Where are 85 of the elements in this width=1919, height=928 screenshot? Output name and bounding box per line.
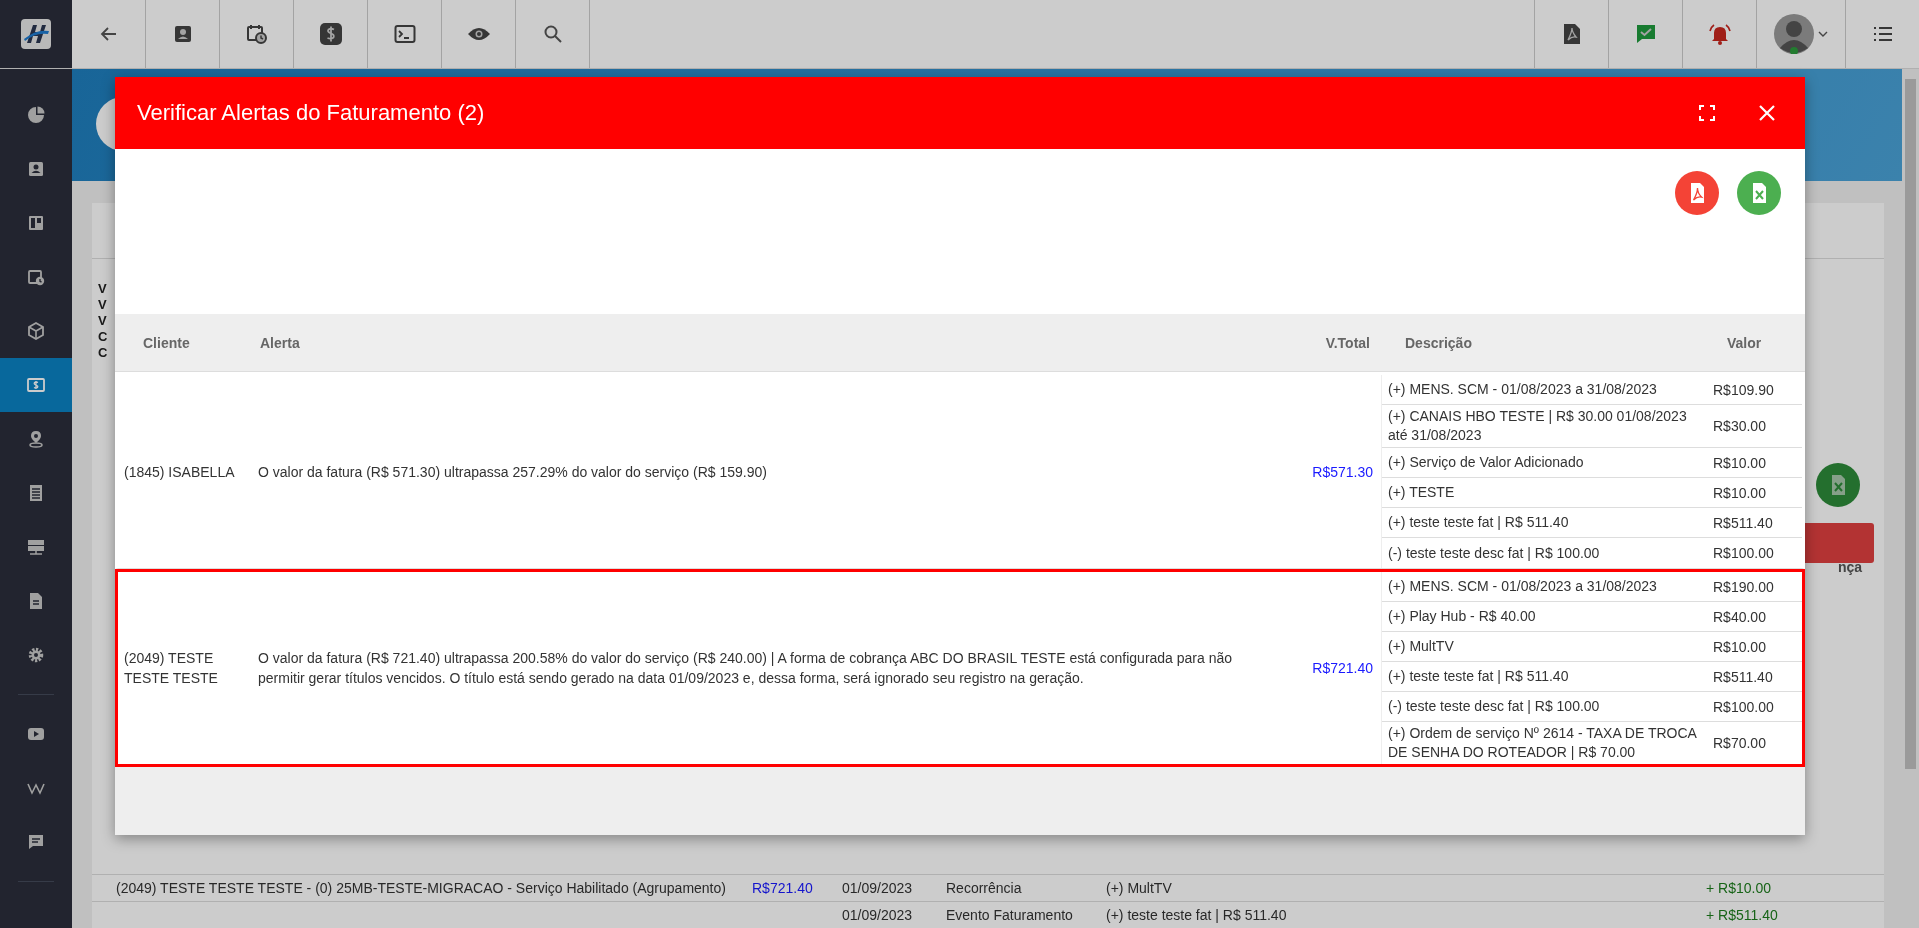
table-cell-text: (-) teste teste desc fat | R$ 100.00 bbox=[1387, 697, 1601, 716]
table-cell-text: (2049) TESTE TESTE TESTE bbox=[123, 649, 219, 688]
table-cell-text: R$109.90 bbox=[1712, 381, 1775, 398]
table-cell-text: 01/09/2023 bbox=[841, 880, 914, 896]
spreadsheet-button[interactable] bbox=[1816, 463, 1860, 507]
column-header: nça bbox=[1837, 559, 1862, 575]
table-cell-text: R$571.30 bbox=[1311, 462, 1374, 482]
terminal-icon[interactable] bbox=[393, 24, 416, 44]
table-cell-text: (+) Serviço de Valor Adicionado bbox=[1387, 453, 1585, 472]
table-cell-text: R$70.00 bbox=[1712, 735, 1767, 751]
table-cell-text: R$10.00 bbox=[1712, 638, 1767, 655]
fullscreen-icon[interactable] bbox=[1699, 105, 1715, 121]
menu-icon[interactable] bbox=[1872, 26, 1893, 42]
calendar-clock-icon[interactable] bbox=[245, 23, 268, 45]
column-header: V.Total bbox=[1324, 334, 1371, 351]
banknote-icon[interactable] bbox=[27, 376, 45, 394]
table-cell-text: (+) Ordem de serviço Nº 2614 - TAXA DE TROCA DE SENHA DO ROTEADOR | R$ 70.00 bbox=[1387, 724, 1698, 762]
table-cell: + R$511.40 bbox=[1706, 907, 1778, 923]
search-icon[interactable] bbox=[542, 24, 563, 44]
table-cell-text: R$721.40 bbox=[752, 880, 814, 896]
settings-icon[interactable] bbox=[27, 646, 45, 664]
dollar-icon[interactable] bbox=[318, 22, 343, 46]
table-cell-text: (+) teste teste fat | R$ 511.40 bbox=[1387, 667, 1570, 686]
close-icon[interactable] bbox=[1759, 105, 1775, 121]
column-header: Valor bbox=[1727, 334, 1763, 351]
table-cell-text: 01/09/2023 bbox=[841, 907, 914, 923]
table-cell-text: R$10.00 bbox=[1712, 454, 1767, 471]
excel-export-button[interactable] bbox=[1737, 171, 1781, 215]
table-cell: + R$10.00 bbox=[1706, 880, 1771, 896]
video-play-icon[interactable] bbox=[27, 725, 45, 743]
cube-icon[interactable] bbox=[27, 322, 45, 340]
table-cell-text: (+) Play Hub - R$ 40.00 bbox=[1387, 607, 1537, 626]
table-cell-text: R$100.00 bbox=[1712, 698, 1775, 715]
table-cell-text: R$30.00 bbox=[1712, 418, 1767, 434]
table-cell-text: O valor da fatura (R$ 721.40) ultrapassa 200.58% do valor do serviço (R$ 240.00) | A forma de cobrança ABC DO BRASIL TESTE está configurada para não permitir gerar títulos vencidos. O título está sendo gerado na data 01/09/2023 e, dessa forma, será ignorado seu registro na geração. bbox=[258, 649, 1234, 688]
table-cell-text: R$511.40 bbox=[1712, 514, 1774, 531]
table-cell-text: Recorrência bbox=[945, 880, 1023, 896]
pdf-export-button[interactable] bbox=[1675, 171, 1719, 215]
column-header: Alerta bbox=[260, 334, 301, 351]
column-header: Descrição bbox=[1404, 334, 1473, 351]
column-header: Cliente bbox=[142, 334, 191, 351]
label-text: C bbox=[98, 345, 108, 361]
table-cell-text: R$40.00 bbox=[1712, 608, 1767, 625]
contact-card-icon[interactable] bbox=[27, 160, 45, 178]
table-cell-text: (+) CANAIS HBO TESTE | R$ 30.00 01/08/2023 até 31/08/2023 bbox=[1387, 407, 1688, 445]
chat-icon[interactable] bbox=[27, 833, 45, 851]
pdf-file-icon[interactable] bbox=[1562, 23, 1581, 45]
bell-icon[interactable] bbox=[1707, 23, 1732, 45]
table-cell-text: (+) MENS. SCM - 01/08/2023 a 31/08/2023 bbox=[1387, 577, 1658, 596]
list-icon[interactable] bbox=[27, 484, 45, 502]
label-text: C bbox=[98, 329, 108, 345]
document-icon[interactable] bbox=[27, 592, 45, 610]
table-cell-text: (1845) ISABELLA bbox=[123, 462, 236, 482]
table-cell-text: (+) teste teste fat | R$ 511.40 bbox=[1387, 513, 1570, 532]
table-cell-text: (+) TESTE bbox=[1387, 483, 1456, 502]
table-cell-text: (+) MENS. SCM - 01/08/2023 a 31/08/2023 bbox=[1387, 380, 1658, 399]
table-cell-text: O valor da fatura (R$ 571.30) ultrapassa 257.29% do valor do serviço (R$ 159.90) bbox=[258, 462, 768, 482]
label-text: V bbox=[98, 297, 107, 313]
label-text: V bbox=[98, 281, 107, 297]
avatar-icon[interactable] bbox=[1774, 14, 1814, 54]
table-cell-text: (+) MultTV bbox=[1106, 880, 1173, 896]
table-cell-text: R$190.00 bbox=[1712, 578, 1775, 595]
sidebar-item[interactable] bbox=[0, 358, 72, 412]
table-cell-text: R$100.00 bbox=[1712, 545, 1775, 561]
server-icon[interactable] bbox=[27, 538, 45, 556]
table-cell-text: R$721.40 bbox=[1311, 659, 1374, 678]
scrollbar[interactable] bbox=[1902, 69, 1919, 928]
table-cell-text: (+) teste teste fat | R$ 511.40 bbox=[1106, 907, 1288, 923]
table-cell-text: R$511.40 bbox=[1712, 668, 1774, 685]
table-cell-text: (-) teste teste desc fat | R$ 100.00 bbox=[1387, 543, 1601, 563]
eye-icon[interactable] bbox=[466, 26, 491, 42]
caret-icon[interactable] bbox=[1818, 31, 1828, 37]
table-cell-text: Evento Faturamento bbox=[945, 907, 1074, 923]
board-icon[interactable] bbox=[27, 214, 45, 232]
calendar-clock-icon[interactable] bbox=[27, 268, 45, 286]
map-pin-icon[interactable] bbox=[27, 430, 45, 448]
dialog-title: Verificar Alertas do Faturamento (2) bbox=[137, 100, 486, 126]
contact-card-icon[interactable] bbox=[172, 24, 193, 44]
table-cell-text: (+) MultTV bbox=[1387, 637, 1455, 656]
table-cell-text: R$10.00 bbox=[1712, 484, 1767, 501]
label-text: V bbox=[98, 313, 107, 329]
logo-icon[interactable] bbox=[21, 19, 51, 49]
chat-check-icon[interactable] bbox=[1634, 23, 1657, 45]
pie-chart-icon[interactable] bbox=[27, 106, 45, 124]
table-cell-text: (2049) TESTE TESTE TESTE - (0) 25MB-TESTE-MIGRACAO - Serviço Habilitado (Agrupamento) bbox=[115, 880, 727, 896]
